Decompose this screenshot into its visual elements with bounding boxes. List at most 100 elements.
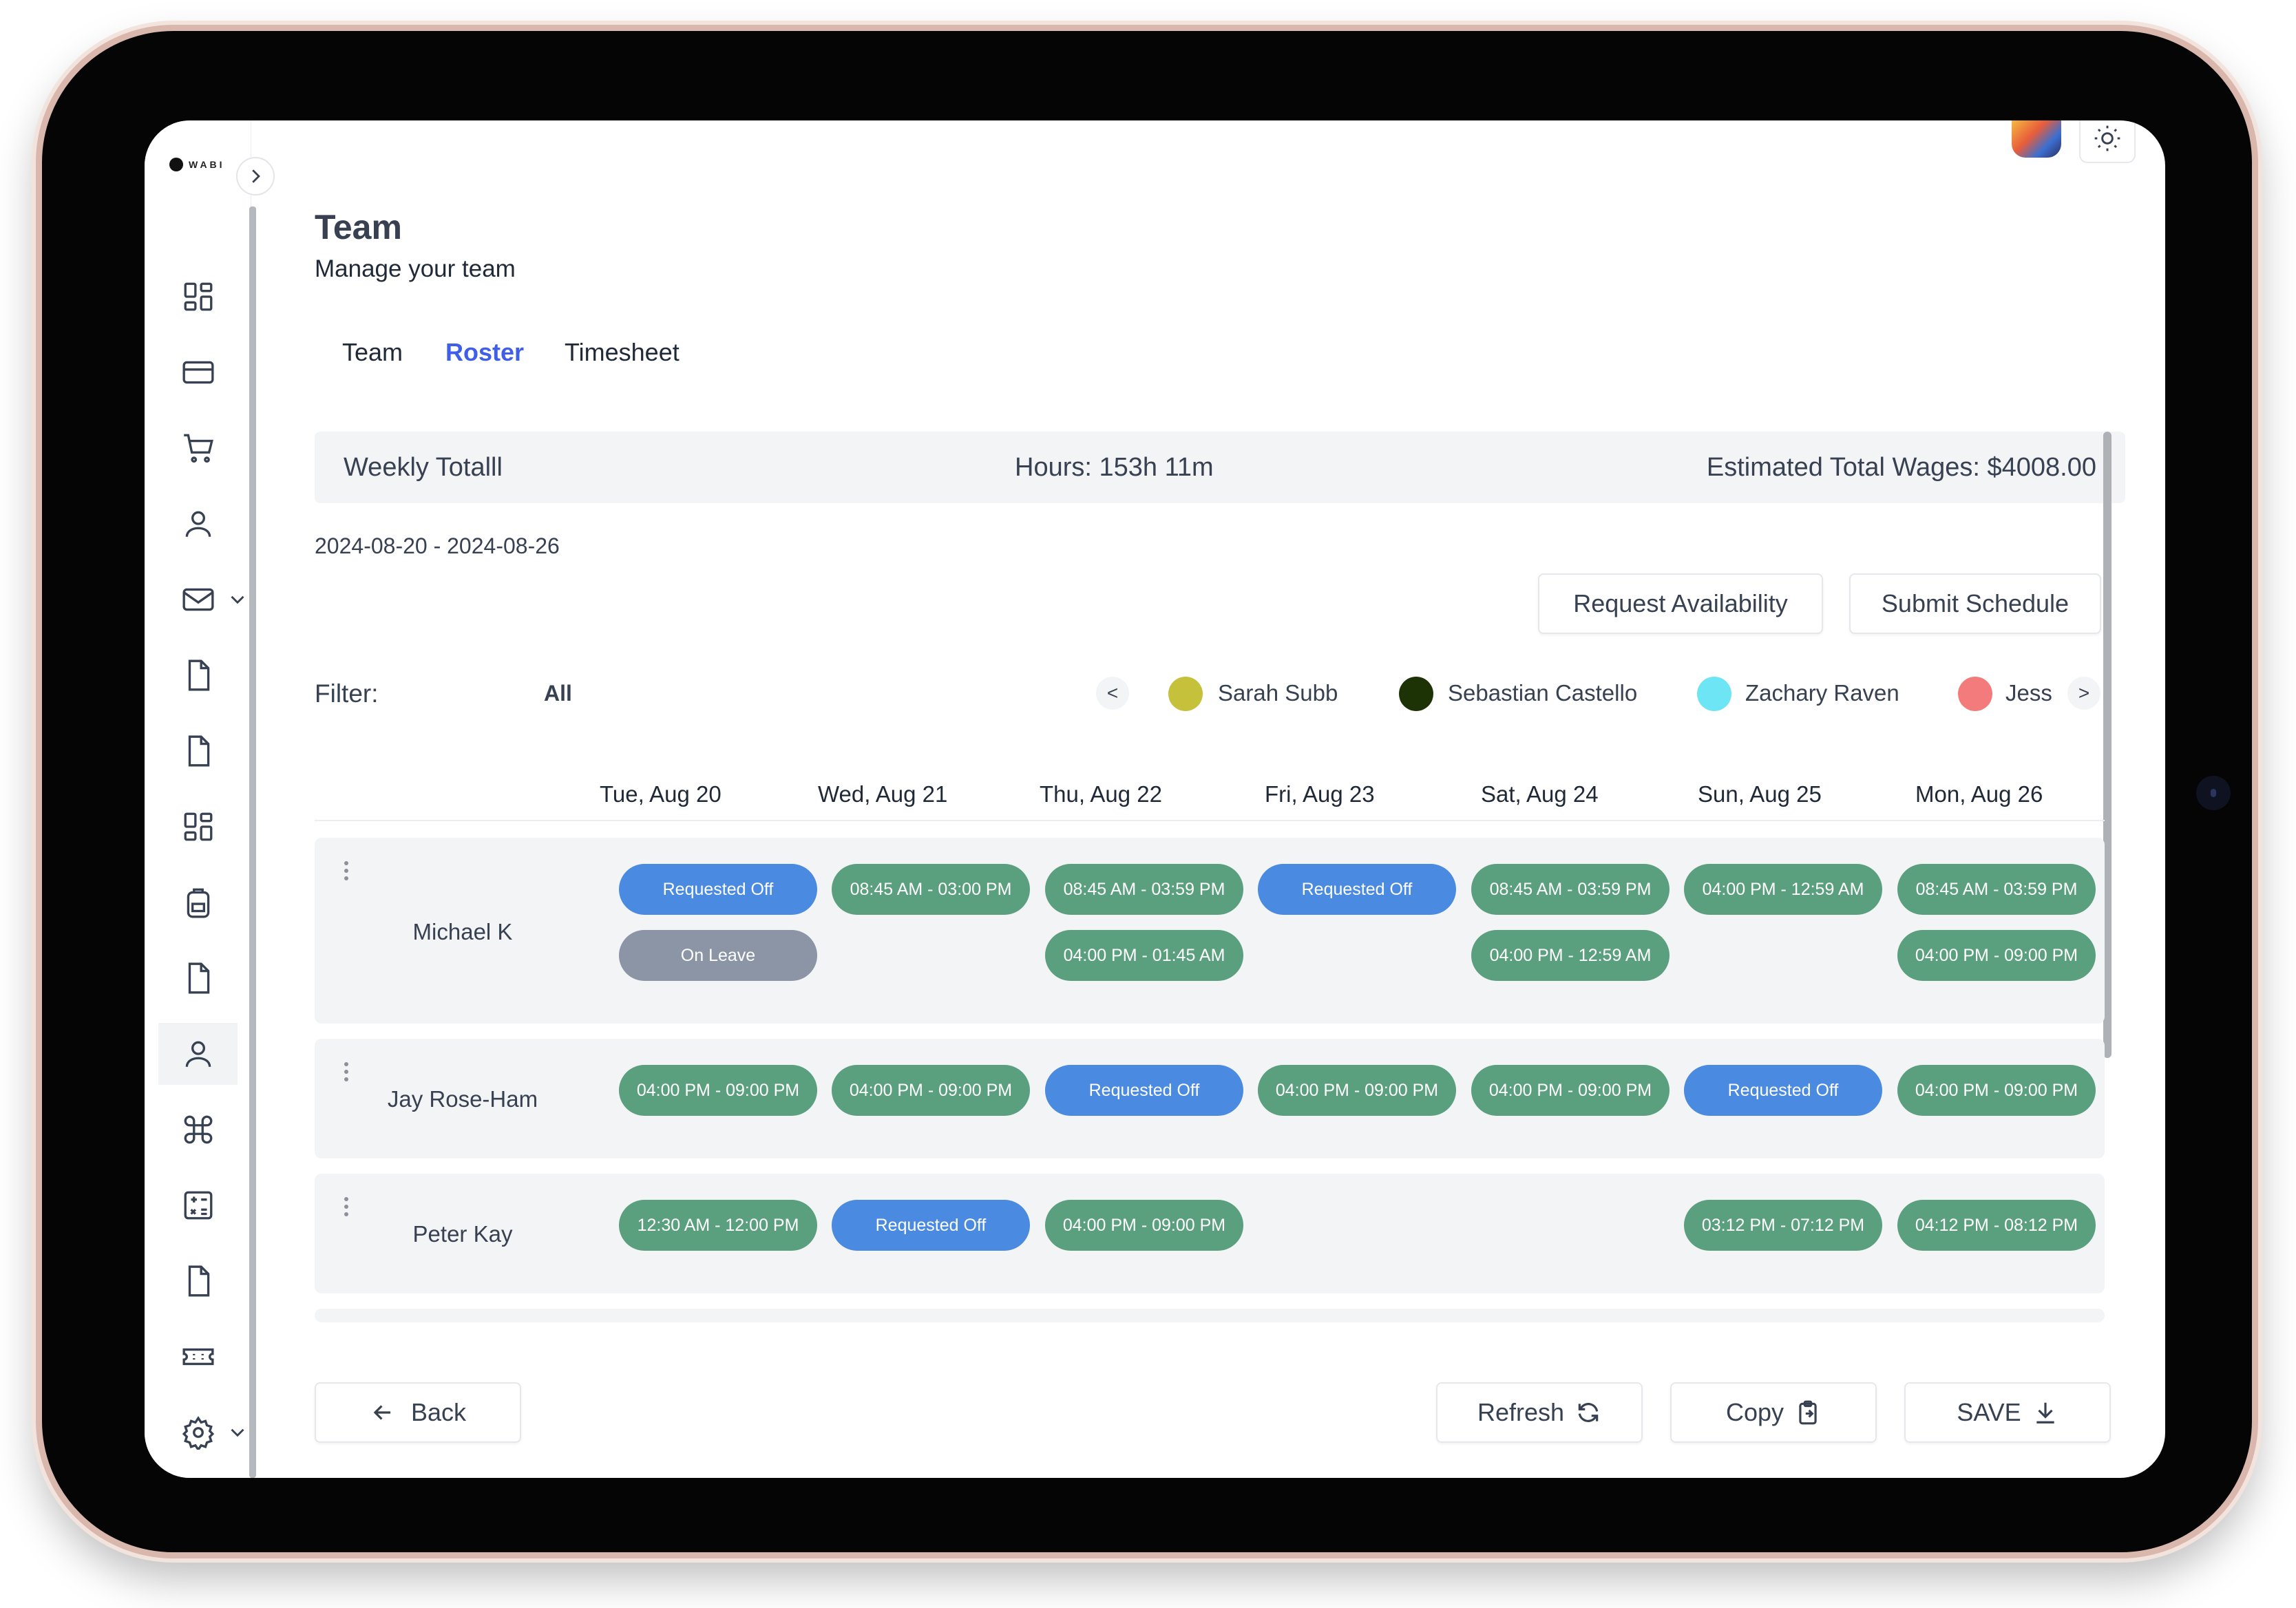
request-availability-label: Request Availability	[1573, 589, 1788, 617]
shift-pill[interactable]: 04:00 PM - 09:00 PM	[832, 1065, 1030, 1116]
sidebar-item-commands[interactable]	[158, 1099, 238, 1161]
save-button[interactable]: SAVE	[1904, 1382, 2111, 1443]
chevron-down-icon[interactable]	[226, 588, 249, 611]
sidebar-item-cards[interactable]	[158, 341, 238, 403]
sidebar-item-shop[interactable]	[158, 417, 238, 479]
shift-pill[interactable]: Requested Off	[1258, 864, 1456, 915]
member-name[interactable]: Sebastian Castello	[1448, 680, 1637, 706]
shift-pill[interactable]: 04:00 PM - 12:59 AM	[1471, 930, 1670, 981]
back-button[interactable]: Back	[315, 1382, 521, 1443]
members-next-button[interactable]: >	[2067, 677, 2100, 710]
day-header: Mon, Aug 26	[1915, 781, 2043, 807]
shift-pill[interactable]: 08:45 AM - 03:59 PM	[1045, 864, 1243, 915]
sidebar-item-document-4[interactable]	[158, 1250, 238, 1312]
back-label: Back	[410, 1398, 467, 1426]
row-menu-icon[interactable]	[344, 1062, 350, 1085]
sun-icon	[2094, 125, 2120, 151]
page-subtitle: Manage your team	[315, 255, 516, 282]
member-color-dot[interactable]	[1168, 677, 1203, 711]
shift-pill[interactable]: 04:00 PM - 09:00 PM	[1897, 1065, 2096, 1116]
credit-card-icon	[182, 361, 213, 384]
chevron-down-icon[interactable]	[226, 1421, 249, 1444]
submit-schedule-label: Submit Schedule	[1881, 589, 2069, 617]
request-availability-button[interactable]: Request Availability	[1538, 573, 1823, 634]
sidebar-item-document-1[interactable]	[158, 644, 238, 706]
copy-button[interactable]: Copy	[1670, 1382, 1877, 1443]
tab-timesheet[interactable]: Timesheet	[565, 338, 680, 367]
shift-pill[interactable]: Requested Off	[832, 1200, 1030, 1251]
sidebar-item-dashboard[interactable]	[158, 266, 238, 328]
prev-arrow-label: <	[1106, 682, 1119, 704]
app-screen: WABI Team Manage your team Team Roster T…	[145, 120, 2165, 1478]
refresh-button[interactable]: Refresh	[1436, 1382, 1643, 1443]
backpack-icon	[187, 888, 209, 918]
shift-pill[interactable]: 08:45 AM - 03:59 PM	[1471, 864, 1670, 915]
shift-pill[interactable]: 04:00 PM - 09:00 PM	[1258, 1065, 1456, 1116]
sidebar: WABI	[145, 120, 251, 1478]
sidebar-item-backpack[interactable]	[158, 871, 238, 933]
shift-pill[interactable]: 08:45 AM - 03:59 PM	[1897, 864, 2096, 915]
sidebar-item-apps[interactable]	[158, 796, 238, 858]
member-name[interactable]: Jess	[2005, 680, 2052, 706]
shift-pill[interactable]: 12:30 AM - 12:00 PM	[619, 1200, 817, 1251]
shift-pill[interactable]: On Leave	[619, 930, 817, 981]
file-icon	[188, 1265, 209, 1297]
expand-sidebar-button[interactable]	[236, 157, 275, 195]
row-menu-icon[interactable]	[344, 1197, 350, 1220]
shift-pill[interactable]: 04:00 PM - 09:00 PM	[619, 1065, 817, 1116]
sidebar-item-document-3[interactable]	[158, 947, 238, 1009]
row-menu-icon[interactable]	[344, 861, 350, 884]
next-arrow-label: >	[2078, 682, 2090, 704]
weekly-total-label: Weekly Totalll	[344, 453, 503, 482]
cart-icon	[183, 434, 213, 463]
weekly-hours: Hours: 153h 11m	[1015, 453, 1214, 482]
tab-roster[interactable]: Roster	[445, 338, 524, 367]
day-header: Sat, Aug 24	[1481, 781, 1599, 807]
shift-pill[interactable]: 03:12 PM - 07:12 PM	[1684, 1200, 1882, 1251]
filter-select[interactable]: All	[544, 681, 572, 706]
employee-name[interactable]: Peter Kay	[383, 1221, 542, 1247]
day-header: Tue, Aug 20	[600, 781, 722, 807]
member-color-dot[interactable]	[1399, 677, 1433, 711]
sidebar-item-calculator[interactable]	[158, 1174, 238, 1236]
calculator-icon	[184, 1191, 212, 1220]
employee-name[interactable]: Michael K	[383, 919, 542, 945]
shift-pill[interactable]: 04:00 PM - 01:45 AM	[1045, 930, 1243, 981]
grid-icon	[184, 282, 212, 311]
shift-pill[interactable]: Requested Off	[1684, 1065, 1882, 1116]
sidebar-item-profile[interactable]	[158, 493, 238, 555]
sidebar-item-document-2[interactable]	[158, 720, 238, 782]
member-name[interactable]: Zachary Raven	[1745, 680, 1899, 706]
sidebar-scrollbar[interactable]	[249, 207, 256, 1478]
shift-pill[interactable]: 04:00 PM - 09:00 PM	[1897, 930, 2096, 981]
weekly-total-bar: Weekly Totalll Hours: 153h 11m Estimated…	[315, 432, 2125, 503]
refresh-label: Refresh	[1477, 1398, 1565, 1426]
sidebar-item-team[interactable]	[158, 1023, 238, 1085]
command-icon	[184, 1115, 212, 1144]
shift-pill[interactable]: 04:00 PM - 09:00 PM	[1471, 1065, 1670, 1116]
sidebar-item-tickets[interactable]	[158, 1326, 238, 1388]
chevron-right-icon	[252, 169, 260, 183]
member-color-dot[interactable]	[1697, 677, 1731, 711]
members-prev-button[interactable]: <	[1096, 677, 1129, 710]
roster-row	[315, 1309, 2105, 1322]
member-color-dot[interactable]	[1958, 677, 1992, 711]
shift-pill[interactable]: Requested Off	[619, 864, 817, 915]
theme-toggle-button[interactable]	[2079, 120, 2136, 163]
shift-pill[interactable]: 04:00 PM - 12:59 AM	[1684, 864, 1882, 915]
day-header: Thu, Aug 22	[1040, 781, 1162, 807]
header-divider	[315, 820, 2105, 821]
tab-team[interactable]: Team	[342, 338, 403, 367]
day-header: Sun, Aug 25	[1698, 781, 1822, 807]
shift-pill[interactable]: Requested Off	[1045, 1065, 1243, 1116]
user-icon	[185, 511, 211, 537]
avatar[interactable]	[2012, 120, 2061, 158]
employee-name[interactable]: Jay Rose-Ham	[383, 1086, 542, 1112]
logo: WABI	[169, 158, 225, 171]
submit-schedule-button[interactable]: Submit Schedule	[1849, 573, 2101, 634]
shift-pill[interactable]: 04:12 PM - 08:12 PM	[1897, 1200, 2096, 1251]
shift-pill[interactable]: 04:00 PM - 09:00 PM	[1045, 1200, 1243, 1251]
member-name[interactable]: Sarah Subb	[1218, 680, 1338, 706]
shift-pill[interactable]: 08:45 AM - 03:00 PM	[832, 864, 1030, 915]
page-title: Team	[315, 208, 402, 246]
